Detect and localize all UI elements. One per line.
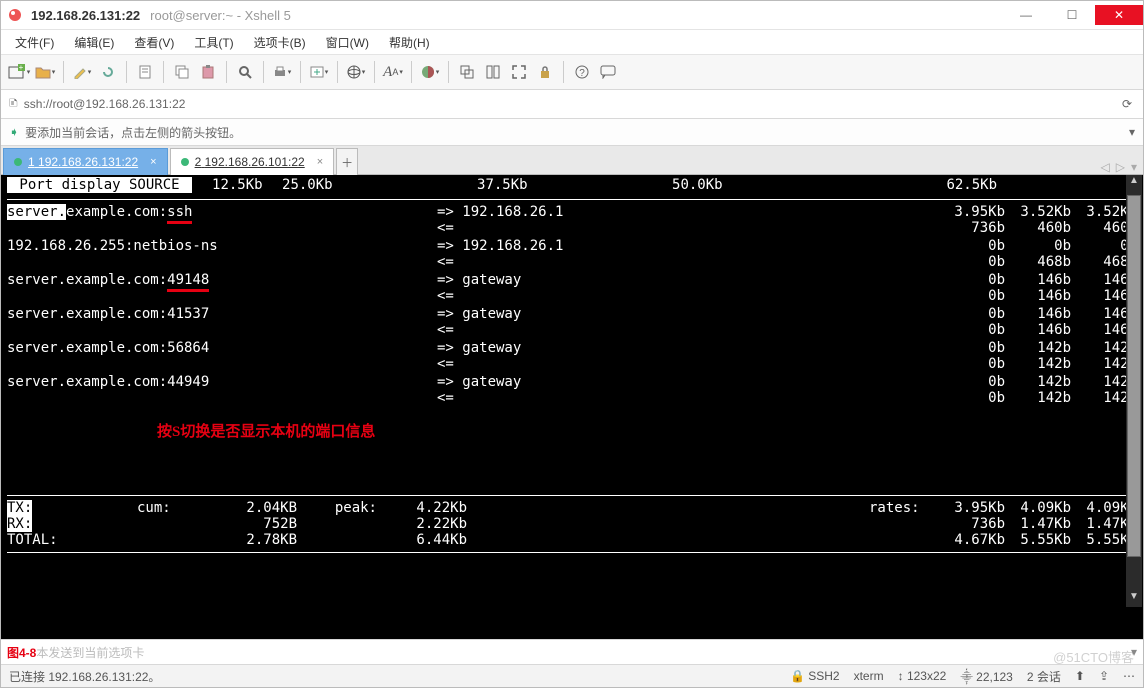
- menu-window[interactable]: 窗口(W): [318, 32, 377, 53]
- hint-collapse-icon[interactable]: ▾: [1129, 125, 1135, 139]
- svg-text:+: +: [18, 64, 23, 72]
- compose-icon[interactable]: ▾: [70, 60, 94, 84]
- print-icon[interactable]: ▾: [270, 60, 294, 84]
- chat-icon[interactable]: [596, 60, 620, 84]
- compose-bar[interactable]: 图4-8 本发送到当前选项卡 ▾: [1, 639, 1143, 664]
- close-button[interactable]: ✕: [1095, 5, 1143, 25]
- svg-text:?: ?: [579, 68, 585, 79]
- file-transfer-icon[interactable]: ▾: [307, 60, 331, 84]
- lock-status-icon: 🔒 SSH2: [790, 669, 840, 683]
- status-sessions: 2 会话: [1027, 668, 1061, 685]
- status-dot-icon: [181, 158, 189, 166]
- address-bar: 🗈 ssh://root@192.168.26.131:22 ⟳: [1, 90, 1143, 119]
- status-size: ↕ 123x22: [898, 669, 947, 683]
- tab-close-icon[interactable]: ×: [150, 156, 156, 168]
- add-session-arrow-icon[interactable]: ➧: [9, 125, 19, 139]
- menu-tabs[interactable]: 选项卡(B): [246, 32, 314, 53]
- status-cursor: ⸎ 22,123: [960, 668, 1013, 685]
- tab-close-icon[interactable]: ×: [317, 156, 323, 168]
- menu-help[interactable]: 帮助(H): [381, 32, 438, 53]
- fullscreen-icon[interactable]: [507, 60, 531, 84]
- tab-session-1[interactable]: 1 192.168.26.131:22 ×: [3, 148, 168, 175]
- window-title-primary: 192.168.26.131:22: [31, 8, 140, 23]
- cascade-icon[interactable]: [455, 60, 479, 84]
- titlebar: 192.168.26.131:22 root@server:~ - Xshell…: [1, 1, 1143, 30]
- figure-label: 图4-8: [7, 644, 36, 661]
- lock-icon[interactable]: [533, 60, 557, 84]
- menubar: 文件(F) 编辑(E) 查看(V) 工具(T) 选项卡(B) 窗口(W) 帮助(…: [1, 30, 1143, 55]
- menu-view[interactable]: 查看(V): [126, 32, 182, 53]
- minimize-button[interactable]: —: [1003, 5, 1049, 25]
- tab-session-2[interactable]: 2 192.168.26.101:22 ×: [170, 148, 335, 175]
- terminal-scrollbar[interactable]: ▲ ▼: [1126, 175, 1142, 607]
- new-tab-button[interactable]: ＋: [336, 148, 358, 175]
- copy-icon[interactable]: [170, 60, 194, 84]
- app-icon: [7, 7, 23, 23]
- color-scheme-icon[interactable]: ▾: [418, 60, 442, 84]
- scroll-thumb[interactable]: [1127, 195, 1141, 557]
- hint-text: 要添加当前会话，点击左侧的箭头按钮。: [25, 124, 241, 141]
- paste-icon[interactable]: [196, 60, 220, 84]
- toolbar: +▾ ▾ ▾ ▾ ▾ ▾ AA▾ ▾ ?: [1, 55, 1143, 90]
- status-indicator-a: ⬆: [1075, 669, 1085, 683]
- session-tabs: 1 192.168.26.131:22 × 2 192.168.26.101:2…: [1, 146, 1143, 175]
- status-dot-icon: [14, 158, 22, 166]
- help-icon[interactable]: ?: [570, 60, 594, 84]
- status-connected: 已连接 192.168.26.131:22。: [9, 668, 160, 685]
- compose-placeholder: 本发送到当前选项卡: [36, 644, 144, 661]
- search-icon[interactable]: [233, 60, 257, 84]
- tab-scroll-right-icon[interactable]: ▷: [1116, 160, 1125, 174]
- properties-icon[interactable]: [133, 60, 157, 84]
- status-termtype: xterm: [854, 669, 884, 683]
- menu-file[interactable]: 文件(F): [7, 32, 62, 53]
- font-icon[interactable]: AA▾: [381, 60, 405, 84]
- scroll-up-icon[interactable]: ▲: [1126, 175, 1142, 191]
- reconnect-small-icon[interactable]: ⟳: [1119, 97, 1135, 111]
- menu-tools[interactable]: 工具(T): [186, 32, 241, 53]
- new-session-icon[interactable]: +▾: [7, 60, 31, 84]
- watermark: @51CTO博客: [1053, 647, 1134, 666]
- address-text[interactable]: ssh://root@192.168.26.131:22: [24, 97, 186, 111]
- scroll-down-icon[interactable]: ▼: [1126, 591, 1142, 607]
- open-session-icon[interactable]: ▾: [33, 60, 57, 84]
- globe-icon[interactable]: ▾: [344, 60, 368, 84]
- status-bar: 已连接 192.168.26.131:22。 🔒 SSH2 xterm ↕ 12…: [1, 664, 1143, 687]
- session-hint-bar: ➧ 要添加当前会话，点击左侧的箭头按钮。 ▾: [1, 119, 1143, 146]
- menu-edit[interactable]: 编辑(E): [66, 32, 122, 53]
- tile-icon[interactable]: [481, 60, 505, 84]
- status-indicator-c: ⋯: [1123, 669, 1135, 683]
- status-indicator-b: ⇪: [1099, 669, 1109, 683]
- terminal[interactable]: Port display SOURCE 12.5Kb25.0Kb37.5Kb50…: [1, 175, 1143, 639]
- window-title-secondary: root@server:~ - Xshell 5: [150, 8, 291, 23]
- tab-scroll-left-icon[interactable]: ◁: [1101, 160, 1110, 174]
- reconnect-icon[interactable]: [96, 60, 120, 84]
- maximize-button[interactable]: ☐: [1049, 5, 1095, 25]
- tab-menu-icon[interactable]: ▾: [1131, 160, 1137, 174]
- lock-small-icon: 🗈: [9, 94, 18, 115]
